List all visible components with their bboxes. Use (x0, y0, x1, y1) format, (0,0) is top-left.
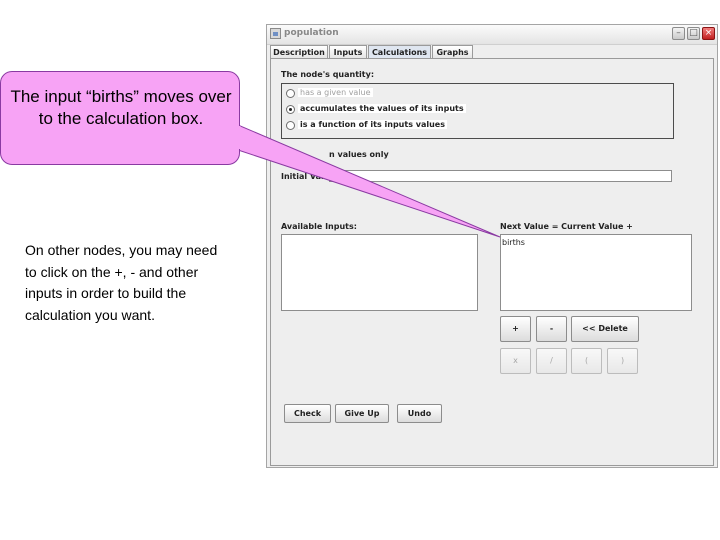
instruction-note: On other nodes, you may need to click on… (25, 242, 218, 323)
